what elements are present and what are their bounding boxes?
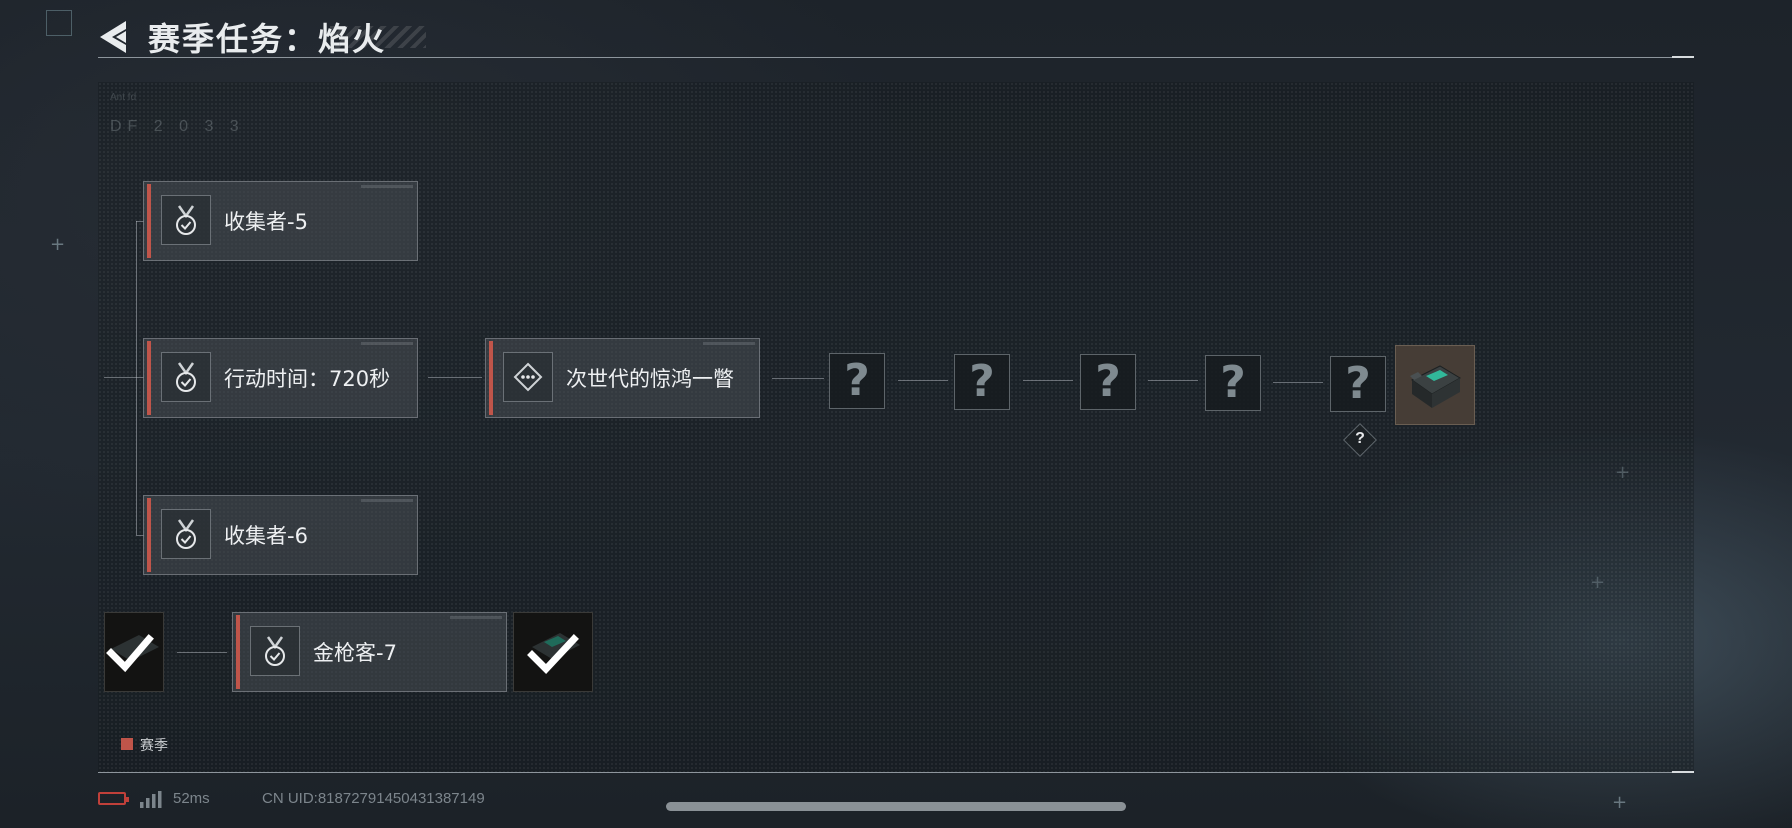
medal-check-icon	[161, 352, 211, 402]
task-label: 次世代的惊鸿一瞥	[566, 367, 734, 391]
question-mark-icon: ?	[1220, 357, 1246, 408]
task-card-action-time[interactable]: 行动时间：720秒	[143, 338, 418, 418]
diamond-dots-icon	[503, 352, 553, 402]
card-tag-decor	[450, 616, 502, 619]
completed-reward-item[interactable]	[104, 612, 164, 692]
task-card-collector-5[interactable]: 收集者-5	[143, 181, 418, 261]
card-tag-decor	[361, 185, 413, 188]
panel-bottom-divider-end	[1672, 771, 1694, 773]
tree-connector	[177, 652, 227, 653]
decor-crosshair: +	[1612, 792, 1628, 813]
tree-connector	[428, 377, 482, 378]
player-uid: CN UID:81872791450431387149	[262, 790, 485, 807]
gear-case-icon	[1410, 365, 1461, 408]
task-card-golden-gun-7[interactable]: 金枪客-7	[232, 612, 507, 692]
season-accent-bar	[236, 615, 240, 689]
home-indicator-bar[interactable]	[666, 802, 1126, 811]
task-label: 收集者-6	[224, 524, 308, 548]
header-divider-end	[1672, 56, 1694, 58]
season-accent-bar	[147, 498, 151, 572]
locked-task[interactable]: ?	[829, 353, 885, 409]
tree-connector	[772, 378, 824, 379]
medal-check-icon	[250, 626, 300, 676]
task-label: 行动时间：720秒	[224, 367, 391, 391]
ping-indicator: 52ms	[173, 790, 210, 807]
completed-reward-item[interactable]	[513, 612, 593, 692]
legend-season-swatch	[121, 738, 133, 750]
signal-icon	[140, 791, 164, 808]
tree-connector	[136, 221, 137, 535]
question-mark-icon: ?	[844, 355, 870, 406]
task-label: 收集者-5	[224, 210, 308, 234]
back-arrow-icon	[100, 21, 126, 53]
checkmark-icon	[106, 634, 159, 673]
decor-corner-box	[46, 10, 72, 36]
tree-connector	[1023, 380, 1073, 381]
locked-task[interactable]: ?	[954, 354, 1010, 410]
reward-hint-label: ?	[1355, 430, 1365, 447]
final-reward-item[interactable]	[1395, 345, 1475, 425]
task-card-next-gen-glimpse[interactable]: 次世代的惊鸿一瞥	[485, 338, 760, 418]
tree-connector	[1273, 382, 1323, 383]
task-label: 金枪客-7	[313, 641, 397, 665]
medal-check-icon	[161, 509, 211, 559]
task-card-collector-6[interactable]: 收集者-6	[143, 495, 418, 575]
season-accent-bar	[147, 184, 151, 258]
medal-check-icon	[161, 195, 211, 245]
season-accent-bar	[147, 341, 151, 415]
tree-connector	[1148, 380, 1198, 381]
battery-icon	[98, 792, 129, 805]
back-button[interactable]	[96, 18, 130, 56]
tree-connector	[104, 377, 144, 378]
question-mark-icon: ?	[1345, 358, 1371, 409]
checkmark-icon	[527, 633, 580, 675]
panel-decor-text: Ant fd	[110, 92, 137, 103]
decor-crosshair: +	[50, 234, 66, 255]
season-accent-bar	[489, 341, 493, 415]
question-mark-icon: ?	[1095, 356, 1121, 407]
panel-decor-code: DF 2 0 3 3	[110, 118, 245, 135]
header-divider	[98, 57, 1694, 58]
question-mark-icon: ?	[969, 356, 995, 407]
locked-task[interactable]: ?	[1330, 356, 1386, 412]
card-tag-decor	[361, 499, 413, 502]
legend-season-label: 赛季	[140, 738, 168, 754]
page-title: 赛季任务：焰火	[148, 20, 387, 58]
panel-bottom-divider	[98, 772, 1694, 773]
locked-task[interactable]: ?	[1080, 354, 1136, 410]
tree-connector	[898, 380, 948, 381]
locked-task[interactable]: ?	[1205, 355, 1261, 411]
